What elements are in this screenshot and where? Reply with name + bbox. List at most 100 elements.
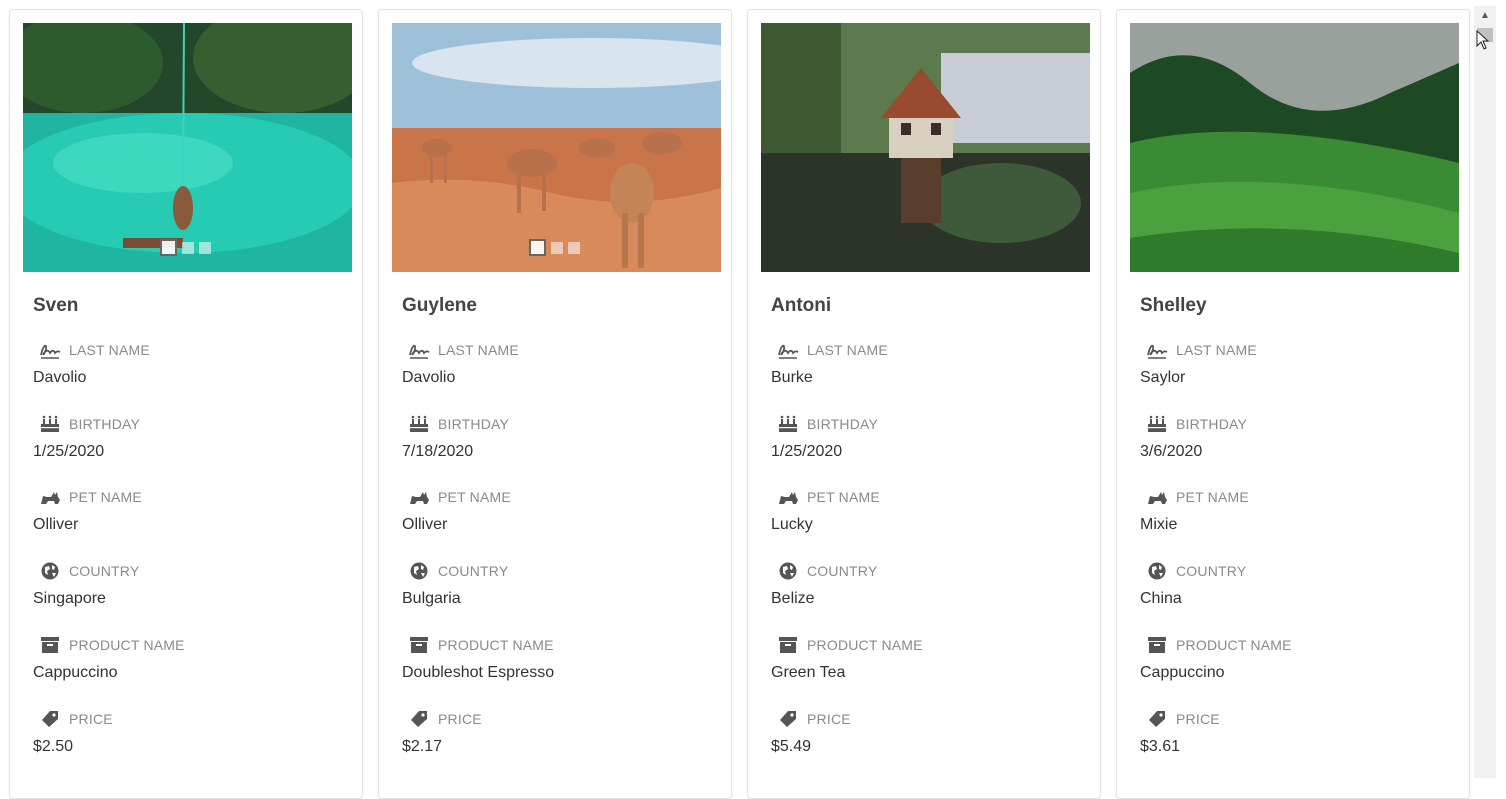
field-price: PRICE $3.61 xyxy=(1140,709,1220,756)
label: PET NAME xyxy=(807,489,880,505)
first-name: Sven xyxy=(33,295,79,316)
value: Bulgaria xyxy=(402,590,461,607)
carousel-dot[interactable] xyxy=(199,242,211,254)
cat-icon xyxy=(1146,487,1168,507)
label: BIRTHDAY xyxy=(1176,416,1248,432)
birthday-cake-icon xyxy=(39,414,61,434)
carousel-dots xyxy=(160,239,211,256)
card-image[interactable] xyxy=(1130,23,1459,272)
globe-icon xyxy=(408,561,430,581)
birthday-cake-icon xyxy=(777,414,799,434)
cat-icon xyxy=(408,487,430,507)
field-price: PRICE $5.49 xyxy=(771,709,851,756)
field-pet-name: PET NAME Lucky xyxy=(771,487,880,534)
label: PRODUCT NAME xyxy=(69,637,185,653)
signature-icon xyxy=(39,340,61,360)
carousel-dot[interactable] xyxy=(160,239,177,256)
desert-camels-photo xyxy=(392,23,721,272)
globe-icon xyxy=(39,561,61,581)
globe-icon xyxy=(1146,561,1168,581)
carousel-dot[interactable] xyxy=(551,242,563,254)
employee-card[interactable]: Guylene LAST NAME Davolio BIRTHDAY 7/18/… xyxy=(378,9,732,799)
value: Mixie xyxy=(1140,516,1178,533)
archive-box-icon xyxy=(777,635,799,655)
label: PRICE xyxy=(807,711,851,727)
label: PRODUCT NAME xyxy=(807,637,923,653)
signature-icon xyxy=(777,340,799,360)
label: PRODUCT NAME xyxy=(1176,637,1292,653)
value: Davolio xyxy=(33,369,87,386)
value: Green Tea xyxy=(771,664,846,681)
label: COUNTRY xyxy=(438,563,509,579)
price-tag-icon xyxy=(408,709,430,729)
field-country: COUNTRY China xyxy=(1140,561,1246,608)
label: LAST NAME xyxy=(1176,342,1257,358)
value: 1/25/2020 xyxy=(771,443,843,460)
price-tag-icon xyxy=(39,709,61,729)
archive-box-icon xyxy=(1146,635,1168,655)
carousel-dot[interactable] xyxy=(568,242,580,254)
label: PET NAME xyxy=(69,489,142,505)
field-birthday: BIRTHDAY 1/25/2020 xyxy=(33,414,140,461)
first-name: Guylene xyxy=(402,295,477,316)
label: PRODUCT NAME xyxy=(438,637,554,653)
value: Burke xyxy=(771,369,813,386)
field-birthday: BIRTHDAY 1/25/2020 xyxy=(771,414,878,461)
value: Singapore xyxy=(33,590,106,607)
field-product-name: PRODUCT NAME Doubleshot Espresso xyxy=(402,635,554,682)
field-price: PRICE $2.50 xyxy=(33,709,113,756)
label: LAST NAME xyxy=(69,342,150,358)
value: $3.61 xyxy=(1140,738,1181,755)
first-name: Shelley xyxy=(1140,295,1207,316)
field-pet-name: PET NAME Olliver xyxy=(402,487,511,534)
value: 1/25/2020 xyxy=(33,443,105,460)
field-country: COUNTRY Bulgaria xyxy=(402,561,508,608)
carousel-dots xyxy=(529,239,580,256)
carousel-dot[interactable] xyxy=(182,242,194,254)
first-name: Antoni xyxy=(771,295,832,316)
employee-card[interactable]: Sven LAST NAME Davolio BIRTHDAY 1/25/202… xyxy=(9,9,363,799)
value: Olliver xyxy=(402,516,448,533)
label: BIRTHDAY xyxy=(807,416,879,432)
label: LAST NAME xyxy=(438,342,519,358)
value: $2.50 xyxy=(33,738,74,755)
card-image[interactable] xyxy=(761,23,1090,272)
field-birthday: BIRTHDAY 3/6/2020 xyxy=(1140,414,1247,461)
value: Olliver xyxy=(33,516,79,533)
label: COUNTRY xyxy=(69,563,140,579)
birthday-cake-icon xyxy=(1146,414,1168,434)
scroll-up-arrow-icon[interactable]: ▲ xyxy=(1480,10,1490,21)
value: Cappuccino xyxy=(33,664,118,681)
signature-icon xyxy=(1146,340,1168,360)
cat-icon xyxy=(777,487,799,507)
field-product-name: PRODUCT NAME Cappuccino xyxy=(1140,635,1292,682)
field-birthday: BIRTHDAY 7/18/2020 xyxy=(402,414,509,461)
label: PRICE xyxy=(438,711,482,727)
employee-card[interactable]: Antoni LAST NAME Burke BIRTHDAY 1/25/202… xyxy=(747,9,1101,799)
value: China xyxy=(1140,590,1182,607)
employee-card[interactable]: Shelley LAST NAME Saylor BIRTHDAY 3/6/20… xyxy=(1116,9,1470,799)
value: Cappuccino xyxy=(1140,664,1225,681)
value: Doubleshot Espresso xyxy=(402,664,555,681)
value: $2.17 xyxy=(402,738,443,755)
label: LAST NAME xyxy=(807,342,888,358)
label: PRICE xyxy=(69,711,113,727)
card-image[interactable] xyxy=(392,23,721,272)
label: PET NAME xyxy=(1176,489,1249,505)
value: $5.49 xyxy=(771,738,812,755)
label: COUNTRY xyxy=(1176,563,1247,579)
archive-box-icon xyxy=(39,635,61,655)
field-last-name: LAST NAME Davolio xyxy=(33,340,150,387)
value: Saylor xyxy=(1140,369,1186,386)
card-image[interactable] xyxy=(23,23,352,272)
field-country: COUNTRY Belize xyxy=(771,561,877,608)
birthday-cake-icon xyxy=(408,414,430,434)
field-country: COUNTRY Singapore xyxy=(33,561,139,608)
field-last-name: LAST NAME Burke xyxy=(771,340,888,387)
carousel-dot[interactable] xyxy=(529,239,546,256)
field-pet-name: PET NAME Olliver xyxy=(33,487,142,534)
value: Davolio xyxy=(402,369,456,386)
tea-plantation-photo xyxy=(1130,23,1459,272)
vertical-scrollbar[interactable]: ▲ xyxy=(1474,6,1496,778)
label: COUNTRY xyxy=(807,563,878,579)
